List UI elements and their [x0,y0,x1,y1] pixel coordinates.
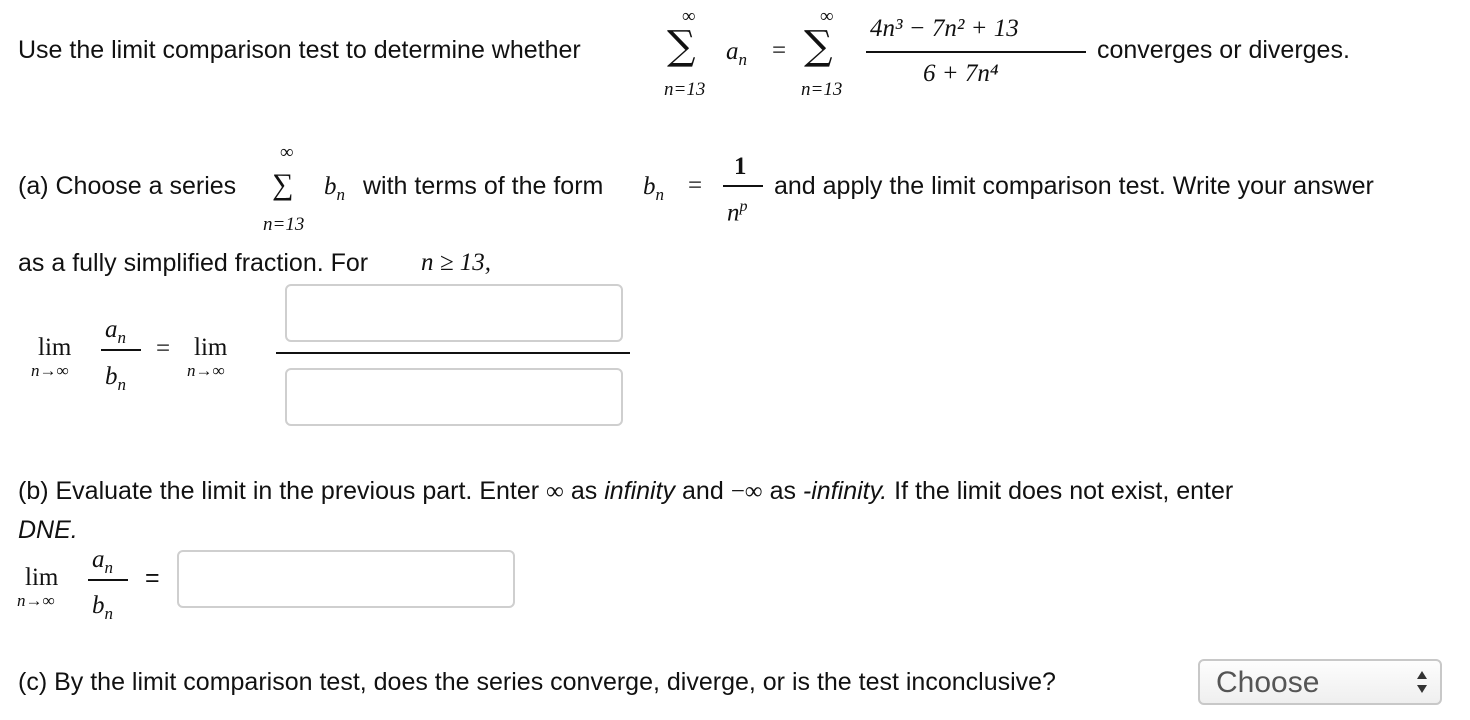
part-c-question: (c) By the limit comparison test, does t… [18,668,1056,696]
part-a-equals: = [688,172,703,199]
part-b-instruction: (b) Evaluate the limit in the previous p… [18,477,1234,505]
part-b-ratio-bar [88,579,128,581]
limit-answer-input[interactable] [177,550,515,608]
part-a-mid-text: with terms of the form [363,172,604,200]
term-a: an [726,38,747,69]
part-a-condition: n ≥ 13, [421,249,491,276]
fraction-numerator: 4n³ − 7n² + 13 [870,15,1019,42]
part-a-form-term: bn [643,173,664,204]
sigma-symbol: ∑ [667,23,696,69]
part-a-ratio-bar [101,349,141,351]
part-a-sum-upper: ∞ [280,142,294,163]
numerator-input[interactable] [285,284,623,342]
problem-outro-text: converges or diverges. [1097,36,1350,64]
part-b-ratio-num: an [92,546,113,577]
conclusion-select-value: Choose [1216,666,1320,699]
part-a-series-term: bn [324,173,345,204]
part-b-dne: DNE. [18,516,78,544]
sigma-symbol-2: ∑ [804,23,833,69]
conclusion-select[interactable]: Choose [1198,659,1442,705]
part-b-lim-sub: n→∞ [17,591,55,610]
part-a-form-numerator: 1 [734,153,747,180]
select-arrows-icon [1417,671,1427,693]
part-b-ratio-den: bn [92,592,113,623]
part-a-form-fraction-bar [723,185,763,187]
denominator-input[interactable] [285,368,623,426]
part-b-lim-word: lim [25,564,59,591]
part-a-sigma-symbol: ∑ [272,168,294,201]
part-a-prefix: (a) Choose a series [18,172,237,200]
part-a-lim-word: lim [38,334,72,361]
infinity-symbol: ∞ [546,478,564,505]
sum-lower-limit: n=13 [664,79,706,100]
fraction-denominator: 6 + 7n⁴ [923,60,999,87]
part-a-lim-word-2: lim [194,334,228,361]
part-a-ratio-num: an [105,316,126,347]
part-a-lim-sub: n→∞ [31,361,69,380]
part-b-equals: = [145,564,160,592]
part-a-lim-sub-2: n→∞ [187,361,225,380]
part-a-ratio-den: bn [105,363,126,394]
part-a-form-denominator: np [727,198,748,227]
part-a-line2-text: as a fully simplified fraction. For [18,249,369,277]
part-a-equals-2: = [156,335,171,362]
answer-fraction-bar [276,352,630,354]
part-a-sum-lower: n=13 [263,214,305,235]
fraction-bar [866,51,1086,53]
sum-lower-limit-2: n=13 [801,79,843,100]
neg-infinity-symbol: −∞ [730,478,763,505]
part-a-after-text: and apply the limit comparison test. Wri… [774,172,1374,200]
equals-sign: = [772,37,787,64]
problem-intro-text: Use the limit comparison test to determi… [18,36,581,64]
